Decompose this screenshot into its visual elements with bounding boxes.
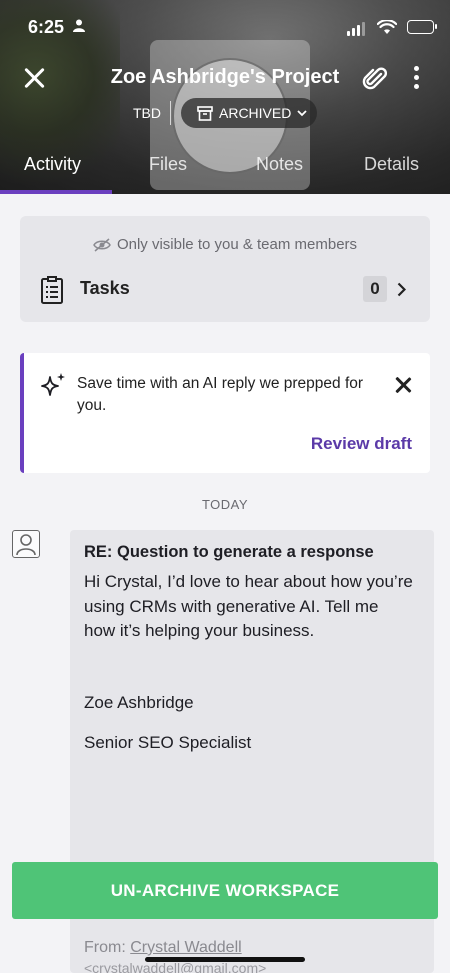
from-label: From:: [84, 939, 126, 956]
team-visibility-card: Only visible to you & team members Tasks…: [20, 216, 430, 322]
status-bar: 6:25: [0, 0, 450, 54]
project-header: 6:25 Zoe Ashbridge's Project TBD ARCHIVE…: [0, 0, 450, 194]
signal-icon: [347, 18, 367, 36]
date-divider: TODAY: [201, 497, 249, 512]
archived-label: ARCHIVED: [219, 105, 292, 121]
status-indicators: [347, 18, 437, 36]
tab-bar: Activity Files Notes Details: [0, 147, 450, 194]
from-name-link[interactable]: Crystal Waddell: [130, 939, 241, 956]
tasks-label: Tasks: [80, 278, 130, 298]
eye-slash-icon: [93, 238, 111, 252]
person-icon: [73, 19, 85, 32]
tab-notes[interactable]: Notes: [256, 154, 303, 175]
meta-divider: [170, 101, 171, 125]
chevron-down-icon: [297, 109, 307, 116]
archived-dropdown[interactable]: ARCHIVED: [181, 98, 317, 128]
unarchive-workspace-button[interactable]: UN-ARCHIVE WORKSPACE: [12, 862, 438, 919]
tasks-count-badge: 0: [363, 276, 387, 302]
signature-title: Senior SEO Specialist: [84, 733, 252, 752]
status-label: TBD: [133, 105, 161, 121]
person-icon: [16, 534, 36, 556]
archive-box-icon: [197, 105, 213, 121]
message-body: Hi Crystal, I’d love to hear about how y…: [84, 572, 413, 640]
message-from: From: Crystal Waddell: [84, 939, 242, 957]
clipboard-list-icon: [41, 276, 63, 304]
ai-reply-suggestion-card: Save time with an AI reply we prepped fo…: [20, 353, 430, 473]
signature-name: Zoe Ashbridge: [84, 693, 194, 712]
home-indicator: [145, 957, 305, 962]
tab-files[interactable]: Files: [149, 154, 187, 175]
status-time: 6:25: [28, 17, 65, 37]
attachment-icon[interactable]: [362, 65, 388, 93]
chevron-right-icon: [397, 282, 406, 297]
visibility-note: Only visible to you & team members: [20, 236, 430, 253]
dismiss-suggestion-button[interactable]: [395, 377, 411, 393]
active-tab-indicator: [0, 190, 112, 194]
tab-details[interactable]: Details: [364, 154, 419, 175]
more-options-icon[interactable]: [410, 66, 422, 92]
tasks-row[interactable]: Tasks 0: [40, 274, 410, 306]
avatar: [12, 530, 40, 558]
tab-activity[interactable]: Activity: [24, 154, 81, 175]
visibility-note-text: Only visible to you & team members: [116, 236, 358, 253]
wifi-icon: [377, 19, 397, 34]
review-draft-link[interactable]: Review draft: [311, 434, 412, 454]
ai-suggestion-text: Save time with an AI reply we prepped fo…: [77, 375, 364, 414]
message-subject: RE: Question to generate a response: [84, 543, 374, 561]
battery-icon: [407, 20, 437, 34]
sparkle-icon: [41, 373, 65, 396]
